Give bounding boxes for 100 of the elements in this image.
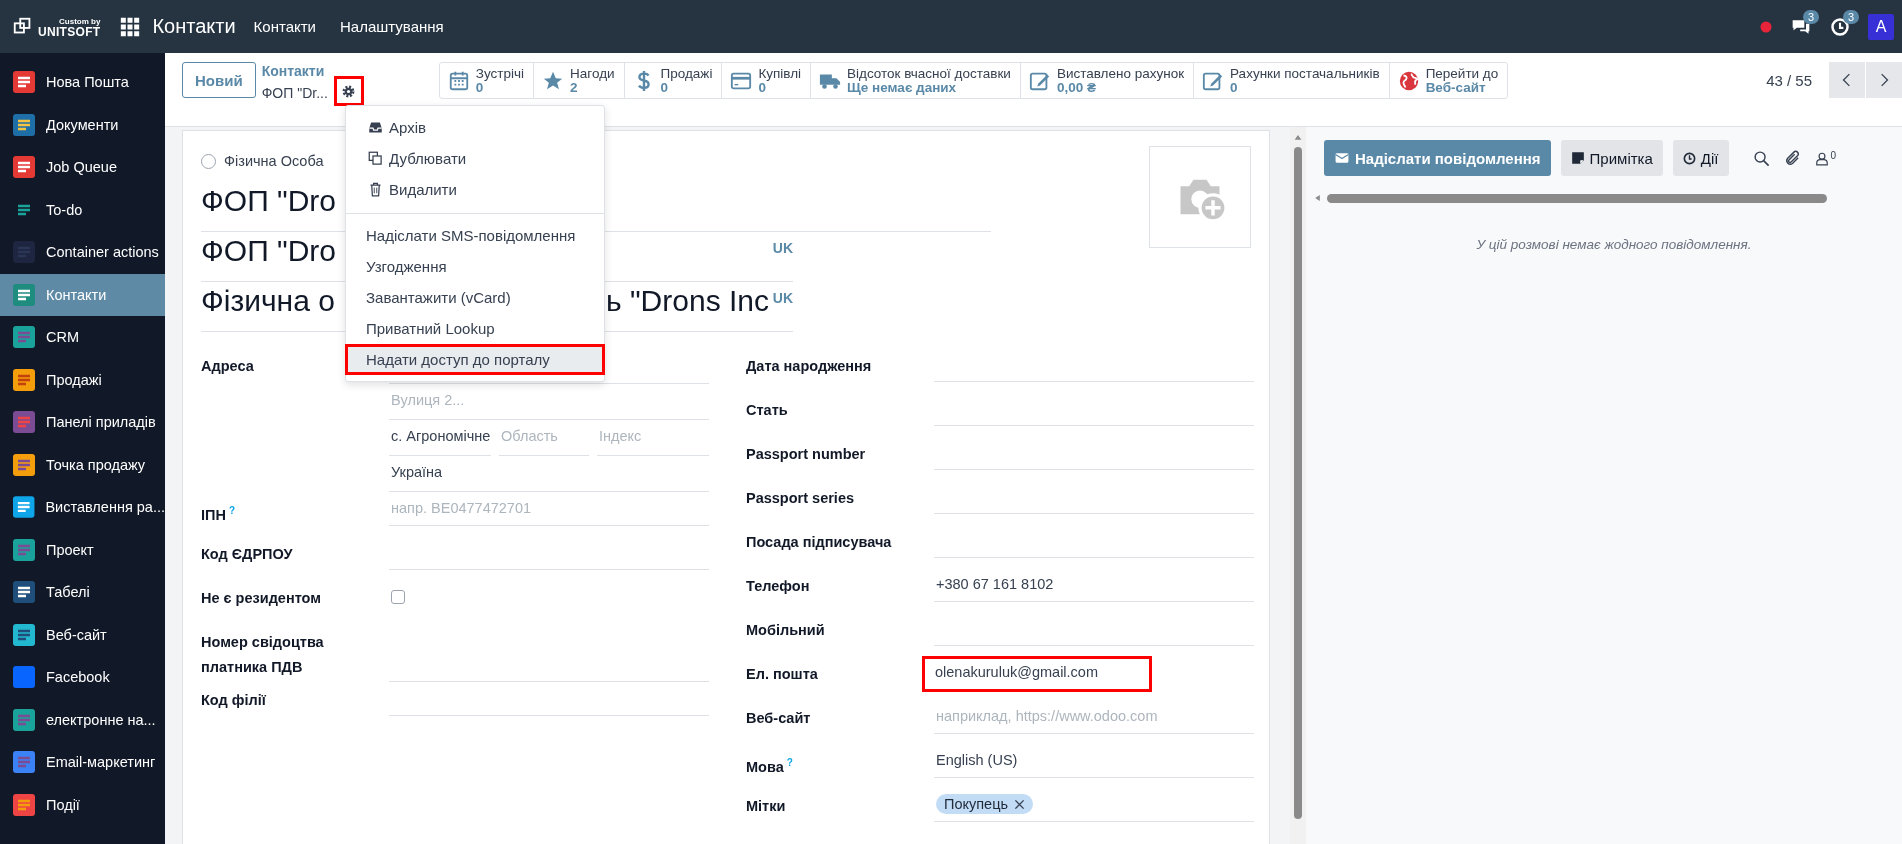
close-icon[interactable] [1014, 798, 1026, 810]
scroll-up-icon [1292, 133, 1304, 141]
new-button[interactable]: Новий [182, 62, 256, 98]
menu-item[interactable]: Видалити [346, 174, 604, 205]
app-icon [12, 792, 36, 817]
app-icon [12, 112, 36, 137]
inbox-icon [368, 120, 383, 135]
field-label: Код філії [201, 691, 267, 710]
field-label: Веб-сайт [746, 709, 812, 728]
next-button[interactable] [1866, 62, 1902, 98]
paperclip-icon[interactable] [1783, 149, 1801, 167]
field-label: Ел. пошта [746, 665, 819, 684]
app-icon [12, 622, 36, 647]
radio-option[interactable]: Фізична Особа [201, 149, 324, 173]
smart-button[interactable]: Перейти до Веб-сайт [1388, 63, 1508, 98]
menu-item[interactable]: Налаштування [340, 18, 444, 35]
input-field[interactable]: olenakuruluk@gmail.com [922, 656, 1152, 692]
logo-caption: Custom by [58, 16, 101, 27]
sidebar-item[interactable]: CRM [0, 316, 165, 359]
field-label: Номер свідоцтва платника ПДВ [201, 633, 325, 677]
scroll-left-icon [1314, 192, 1321, 204]
sidebar-item[interactable]: Проект [0, 528, 165, 571]
breadcrumb-link[interactable]: Контакти [261, 63, 364, 80]
search-icon[interactable] [1752, 149, 1770, 167]
message-count: 3 [1803, 9, 1820, 24]
menu-item[interactable]: Приватний Lookup [346, 313, 604, 344]
field-label: Мова $^{?}$ [746, 756, 794, 777]
calendar-icon [447, 69, 470, 92]
menu-item[interactable]: Завантажити (vCard) [346, 282, 604, 313]
sidebar-item[interactable]: Job Queue [0, 146, 165, 189]
tag-chip[interactable]: Покупець [936, 794, 1034, 814]
menu-item[interactable]: Узгодження [346, 251, 604, 282]
app-icon [12, 410, 36, 435]
send-message-button[interactable]: Надіслати повідомлення [1324, 140, 1551, 176]
field-label: ІПН $^{?}$ [201, 504, 237, 525]
field-label: Не є резидентом [201, 589, 322, 608]
photo-upload[interactable] [1149, 146, 1251, 248]
city-field[interactable]: с. Агрономічне [389, 420, 491, 456]
trash-icon [368, 182, 383, 197]
menu-item[interactable]: Надати доступ до порталу [345, 344, 605, 375]
sidebar-item[interactable]: електронне на... [0, 698, 165, 741]
sidebar-item[interactable]: Точка продажу [0, 443, 165, 486]
sidebar-item[interactable]: Панелі приладів [0, 401, 165, 444]
user-avatar[interactable]: A [1868, 13, 1894, 40]
app-icon [12, 325, 36, 350]
apps-grid-icon[interactable] [120, 16, 141, 37]
sidebar-item[interactable]: Facebook [0, 656, 165, 699]
app-icon [12, 70, 36, 95]
language-button[interactable]: UK [772, 234, 793, 256]
smart-button[interactable]: Відсоток вчасної доставки Ще немає даних [810, 63, 1020, 98]
checkbox[interactable] [391, 590, 405, 604]
smart-button[interactable]: Рахунки постачальників 0 [1193, 63, 1389, 98]
envelope-icon [1334, 151, 1350, 165]
input-field[interactable]: English (US) [934, 744, 1254, 778]
menu-item[interactable]: Архів [346, 112, 604, 143]
field-label: Мобільний [746, 621, 826, 640]
pager-value: 43 / 55 [1766, 71, 1812, 89]
app-icon [12, 495, 36, 520]
sidebar-item[interactable]: Email-маркетинг [0, 741, 165, 784]
clock-icon[interactable] [1830, 16, 1850, 37]
sidebar-item[interactable]: Нова Пошта [0, 61, 165, 104]
sidebar-item[interactable]: Container actions [0, 231, 165, 274]
sidebar-item[interactable]: To-do [0, 188, 165, 231]
app-title[interactable]: Контакти [152, 15, 236, 38]
app-icon [12, 580, 36, 605]
note-icon [1570, 151, 1585, 165]
smart-button[interactable]: Виставлено рахунок 0,00 ₴ [1019, 63, 1194, 98]
sidebar-item[interactable]: Контакти [0, 273, 165, 316]
smart-button[interactable]: Купівлі 0 [721, 63, 811, 98]
field-label: Passport number [746, 445, 867, 464]
empty-message: У цій розмові немає жодного повідомлення. [1475, 237, 1753, 252]
sidebar-item[interactable]: Табелі [0, 571, 165, 614]
note-button[interactable]: Примітка [1560, 140, 1663, 176]
menu-item[interactable]: Надіслати SMS-повідомлення [346, 220, 604, 251]
smart-button[interactable]: Продажі 0 [623, 63, 722, 98]
sidebar-item[interactable]: Веб-сайт [0, 613, 165, 656]
activities-button[interactable]: Дії [1672, 140, 1729, 176]
smart-button[interactable]: Зустрічі 0 [439, 63, 534, 98]
sidebar-item[interactable]: Події [0, 783, 165, 826]
app-icon [12, 665, 36, 690]
sidebar-item[interactable]: Продажі [0, 358, 165, 401]
sidebar-item[interactable]: Виставлення ра... [0, 486, 165, 529]
field-label: Код ЄДРПОУ [201, 545, 294, 564]
app-icon [12, 707, 36, 732]
field-label: Passport series [746, 489, 855, 508]
scrollbar[interactable] [1290, 127, 1306, 844]
input-field[interactable]: +380 67 161 8102 [934, 568, 1254, 602]
smart-button[interactable]: Нагоди 2 [533, 63, 624, 98]
sidebar-item[interactable]: Документи [0, 103, 165, 146]
follower-count: 0 [1830, 149, 1837, 161]
country-field[interactable]: Україна [389, 456, 709, 492]
menu-item[interactable]: Дублювати [346, 143, 604, 174]
activity-count: 3 [1843, 9, 1860, 24]
previous-button[interactable] [1829, 62, 1865, 98]
settings-icon [341, 83, 357, 99]
copy-icon [368, 151, 383, 166]
app-icon [12, 282, 36, 307]
menu-item[interactable]: Контакти [253, 18, 316, 35]
globe-icon [1397, 69, 1420, 92]
language-button[interactable]: UK [772, 284, 793, 306]
